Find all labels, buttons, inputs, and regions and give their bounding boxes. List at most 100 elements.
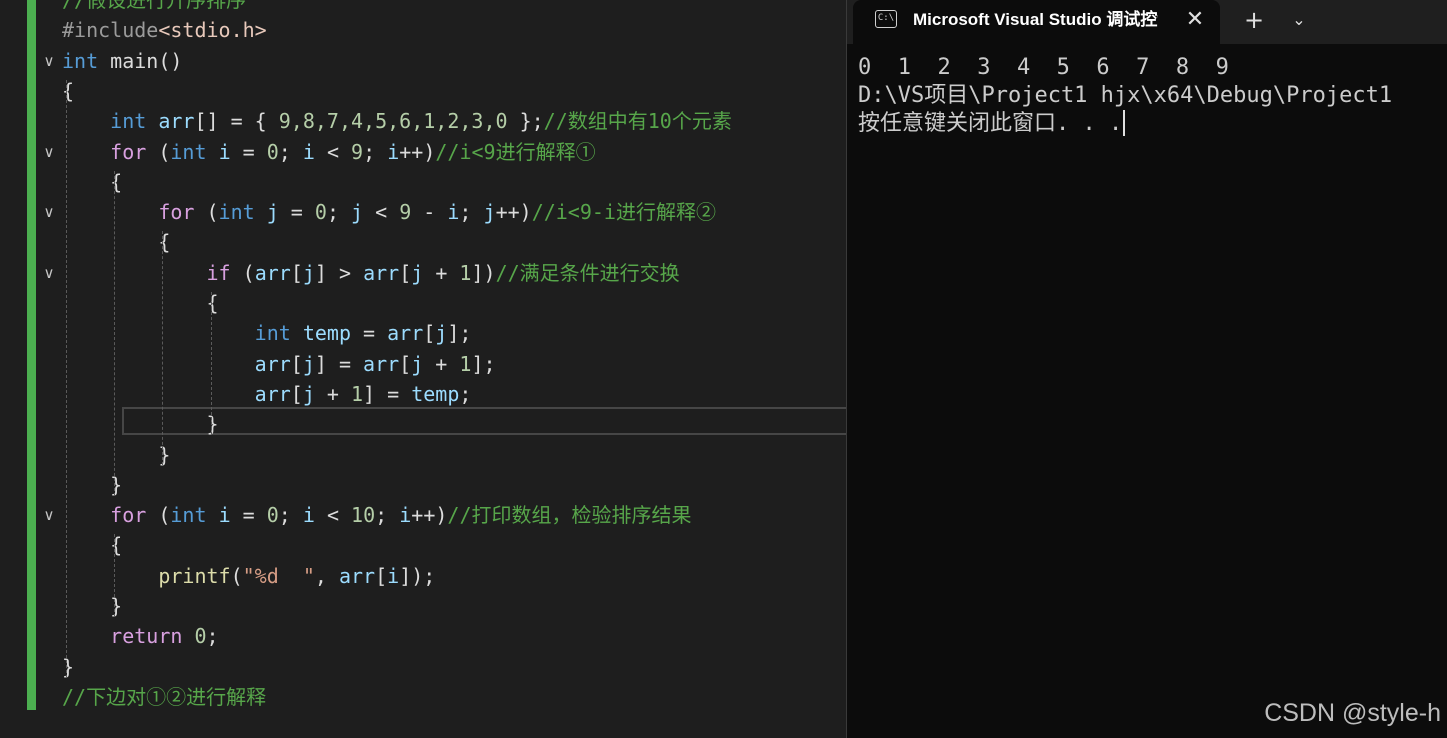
chevron-down-icon[interactable]: ∨: [36, 258, 62, 288]
code-token: (: [230, 563, 243, 588]
code-line: int temp = arr[j];: [62, 318, 472, 348]
code-token: 9,8,7,4,5,6,1,2,3,0: [278, 109, 508, 134]
chevron-down-icon[interactable]: ∨: [36, 137, 62, 167]
code-token: ;: [375, 503, 400, 528]
code-token: [: [399, 351, 412, 376]
code-token: //满足条件进行交换: [495, 260, 680, 285]
code-token: i: [218, 503, 231, 528]
code-token: j: [302, 260, 315, 285]
code-token: (: [230, 260, 255, 285]
code-line: {: [62, 227, 170, 257]
close-icon[interactable]: ✕: [1183, 8, 1207, 32]
code-token: ;: [206, 624, 219, 649]
tab-bar: C:\ Microsoft Visual Studio 调试控制台 ✕ + ⌄: [847, 0, 1447, 44]
code-token: arr: [387, 321, 424, 346]
console-line: 0 1 2 3 4 5 6 7 8 9: [858, 55, 1229, 80]
code-token: int: [170, 503, 207, 528]
code-token: <stdio.h>: [158, 18, 267, 43]
code-line: {: [62, 76, 74, 106]
code-token: //下边对①②进行解释: [62, 684, 267, 709]
code-token: temp: [411, 381, 460, 406]
tab-title: Microsoft Visual Studio 调试控制台: [913, 10, 1158, 29]
chevron-down-icon[interactable]: ⌄: [1285, 6, 1313, 34]
code-token: ++): [495, 200, 532, 225]
code-token: //i<9进行解释①: [435, 139, 596, 164]
code-token: arr: [254, 260, 291, 285]
code-token: i: [447, 200, 460, 225]
new-tab-button[interactable]: +: [1240, 6, 1268, 34]
fold-gutter: ∨ ∨ ∨ ∨ ∨: [36, 0, 62, 738]
code-token: (: [146, 139, 171, 164]
code-token: [: [399, 260, 412, 285]
code-token: 0: [194, 624, 207, 649]
code-token: j: [411, 260, 424, 285]
code-line: }: [62, 470, 122, 500]
change-tracking-bar: [27, 0, 36, 710]
code-token: ];: [471, 351, 496, 376]
code-token: {: [62, 533, 123, 558]
indent-guide: [114, 534, 116, 617]
code-token: for: [110, 503, 147, 528]
code-token: printf: [158, 563, 231, 588]
code-token: =: [230, 139, 267, 164]
code-token: [: [290, 351, 303, 376]
code-token: i: [302, 503, 315, 528]
code-token: +: [314, 381, 351, 406]
code-token: <: [314, 503, 352, 528]
code-token: temp: [302, 321, 351, 346]
current-line-highlight: [122, 407, 846, 435]
debug-console-window[interactable]: C:\ Microsoft Visual Studio 调试控制台 ✕ + ⌄ …: [846, 0, 1447, 738]
code-token: +: [423, 351, 460, 376]
chevron-down-icon[interactable]: ∨: [36, 46, 62, 76]
code-token: <: [363, 200, 400, 225]
code-token: 1: [351, 381, 364, 406]
chevron-down-icon[interactable]: ∨: [36, 500, 62, 530]
code-token: ] =: [363, 381, 412, 406]
code-line: {: [62, 167, 122, 197]
code-editor[interactable]: ∨ ∨ ∨ ∨ ∨ //假设进行升序排序 #include<stdio.h> int mai…: [0, 0, 846, 738]
code-token: 0: [266, 139, 279, 164]
code-token: ] =: [314, 351, 364, 376]
code-token: [: [290, 381, 303, 406]
code-token: j: [435, 321, 448, 346]
code-token: {: [62, 169, 123, 194]
code-token: [: [423, 321, 436, 346]
chevron-down-icon[interactable]: ∨: [36, 197, 62, 227]
code-token: 1: [459, 260, 472, 285]
code-token: ];: [447, 321, 472, 346]
indent-guide: [114, 170, 116, 496]
code-line: #include<stdio.h>: [62, 15, 267, 45]
code-token: arr: [254, 381, 291, 406]
watermark: CSDN @style-h: [1264, 699, 1441, 727]
code-token: ,: [314, 563, 339, 588]
code-token: [: [375, 563, 388, 588]
code-token: ;: [459, 200, 484, 225]
code-token: ;: [278, 139, 303, 164]
code-line: //假设进行升序排序: [62, 0, 246, 15]
code-token: //打印数组，检验排序结果: [447, 503, 692, 528]
code-line: arr[j + 1] = temp;: [62, 379, 472, 409]
code-area[interactable]: //假设进行升序排序 #include<stdio.h> int main(){ i…: [62, 0, 846, 738]
code-line: }: [62, 409, 218, 439]
console-tab[interactable]: C:\ Microsoft Visual Studio 调试控制台 ✕: [853, 0, 1220, 44]
code-token: for: [158, 200, 195, 225]
code-token: 10: [351, 503, 376, 528]
code-token: #include: [62, 18, 159, 43]
text-cursor: [1123, 110, 1126, 136]
code-token: };: [507, 109, 544, 134]
code-token: if: [206, 260, 231, 285]
indent-guide: [162, 231, 164, 466]
code-line: for (int j = 0; j < 9 - i; j++)//i<9-i进行…: [62, 197, 716, 227]
indent-guide: [66, 79, 67, 678]
code-token: int: [170, 139, 207, 164]
code-token: j: [351, 200, 364, 225]
code-token: i: [387, 563, 400, 588]
